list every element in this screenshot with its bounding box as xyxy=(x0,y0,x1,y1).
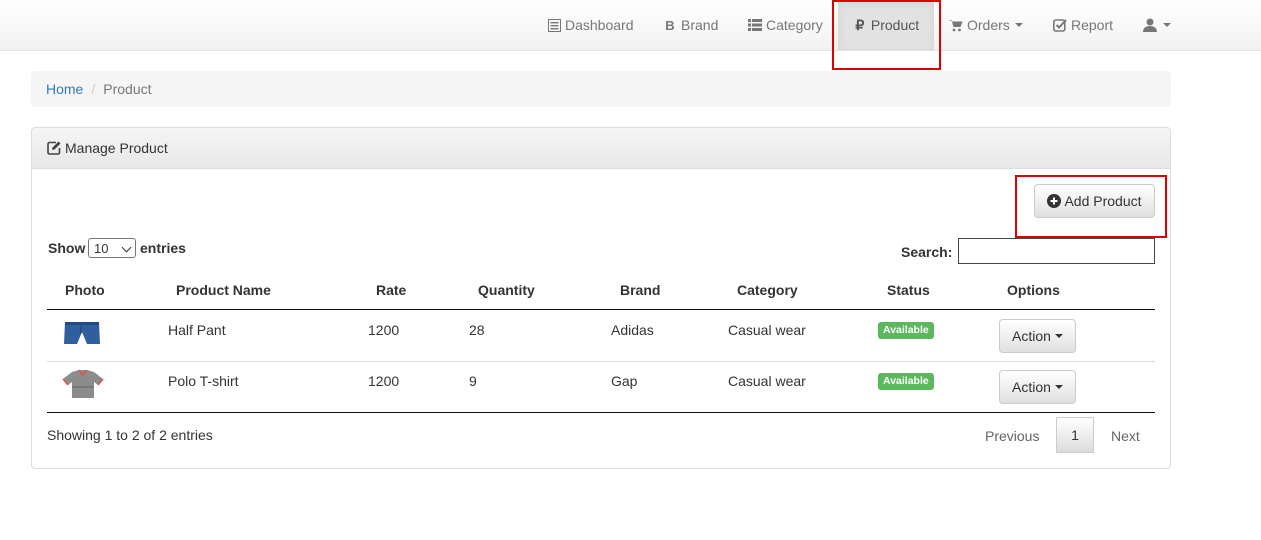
pagination-page-label: 1 xyxy=(1071,427,1079,443)
pagination-next[interactable]: Next xyxy=(1111,428,1140,444)
show-label: Show xyxy=(48,240,86,256)
nav-brand[interactable]: B Brand xyxy=(663,0,718,50)
nav-dashboard[interactable]: Dashboard xyxy=(547,0,634,50)
breadcrumb-current: Product xyxy=(103,81,152,97)
column-header-status[interactable]: Status xyxy=(887,282,930,298)
nav-category-label: Category xyxy=(766,17,823,33)
pagination-page-1[interactable]: 1 xyxy=(1056,417,1094,453)
nav-user-menu[interactable] xyxy=(1143,0,1171,50)
user-icon xyxy=(1143,18,1157,32)
nav-orders[interactable]: Orders xyxy=(949,0,1023,50)
nav-product-label: Product xyxy=(870,17,920,33)
check-icon xyxy=(1053,18,1067,32)
chevron-down-icon xyxy=(121,242,132,253)
cart-icon xyxy=(949,18,963,32)
column-header-options[interactable]: Options xyxy=(1007,282,1060,298)
ruble-icon: ₽ xyxy=(855,16,865,33)
product-photo-polo-tshirt xyxy=(58,368,108,405)
column-header-category[interactable]: Category xyxy=(737,282,798,298)
add-product-label: Add Product xyxy=(1064,193,1142,209)
chevron-down-icon xyxy=(1054,385,1063,389)
quantity-cell: 28 xyxy=(469,322,485,338)
bitcoin-icon: B xyxy=(665,17,675,33)
product-photo-half-pant xyxy=(63,320,101,351)
nav-product[interactable]: ₽ Product xyxy=(838,0,934,50)
entries-select[interactable]: 10 xyxy=(88,238,136,258)
nav-dashboard-label: Dashboard xyxy=(565,17,634,33)
quantity-cell: 9 xyxy=(469,373,477,389)
th-list-icon xyxy=(748,18,762,32)
column-header-rate[interactable]: Rate xyxy=(376,282,406,298)
chevron-down-icon xyxy=(1054,334,1063,338)
product-name-cell: Half Pant xyxy=(168,322,226,338)
status-badge: Available xyxy=(878,322,934,339)
panel-title: Manage Product xyxy=(65,140,168,156)
brand-cell: Adidas xyxy=(611,322,654,338)
chevron-down-icon xyxy=(1163,23,1171,27)
breadcrumb-home-link[interactable]: Home xyxy=(46,81,83,97)
action-dropdown-button[interactable]: Action xyxy=(999,370,1076,404)
search-input[interactable] xyxy=(958,238,1155,264)
status-badge: Available xyxy=(878,373,934,390)
entries-info: Showing 1 to 2 of 2 entries xyxy=(47,427,213,443)
nav-report[interactable]: Report xyxy=(1053,0,1113,50)
column-header-brand[interactable]: Brand xyxy=(620,282,660,298)
column-header-product-name[interactable]: Product Name xyxy=(176,282,271,298)
add-product-button[interactable]: Add Product xyxy=(1034,184,1155,218)
nav-category[interactable]: Category xyxy=(748,0,823,50)
entries-label: entries xyxy=(140,240,186,256)
table-bottom-divider xyxy=(47,412,1155,413)
action-label: Action xyxy=(1012,379,1051,395)
entries-select-value: 10 xyxy=(94,240,109,256)
table-header-divider xyxy=(47,309,1155,310)
nav-report-label: Report xyxy=(1071,17,1114,33)
row-divider xyxy=(47,361,1155,362)
panel-heading: Manage Product xyxy=(32,128,1170,169)
breadcrumb: Home / Product xyxy=(31,71,1171,107)
category-cell: Casual wear xyxy=(728,373,806,389)
rate-cell: 1200 xyxy=(368,322,400,338)
plus-circle-icon xyxy=(1047,194,1062,208)
category-cell: Casual wear xyxy=(728,322,806,338)
top-navbar: Dashboard B Brand Category ₽ Product Ord… xyxy=(0,0,1261,51)
edit-icon xyxy=(47,141,61,155)
action-label: Action xyxy=(1012,328,1051,344)
rate-cell: 1200 xyxy=(368,373,400,389)
nav-brand-label: Brand xyxy=(681,17,719,33)
list-icon xyxy=(547,18,561,32)
brand-cell: Gap xyxy=(611,373,638,389)
chevron-down-icon xyxy=(1014,23,1023,27)
search-label: Search: xyxy=(901,244,953,260)
manage-product-panel: Manage Product xyxy=(31,127,1171,469)
product-name-cell: Polo T-shirt xyxy=(168,373,239,389)
breadcrumb-separator: / xyxy=(91,81,96,97)
action-dropdown-button[interactable]: Action xyxy=(999,319,1076,353)
nav-orders-label: Orders xyxy=(967,17,1010,33)
pagination-previous[interactable]: Previous xyxy=(985,428,1039,444)
column-header-photo[interactable]: Photo xyxy=(65,282,105,298)
column-header-quantity[interactable]: Quantity xyxy=(478,282,535,298)
